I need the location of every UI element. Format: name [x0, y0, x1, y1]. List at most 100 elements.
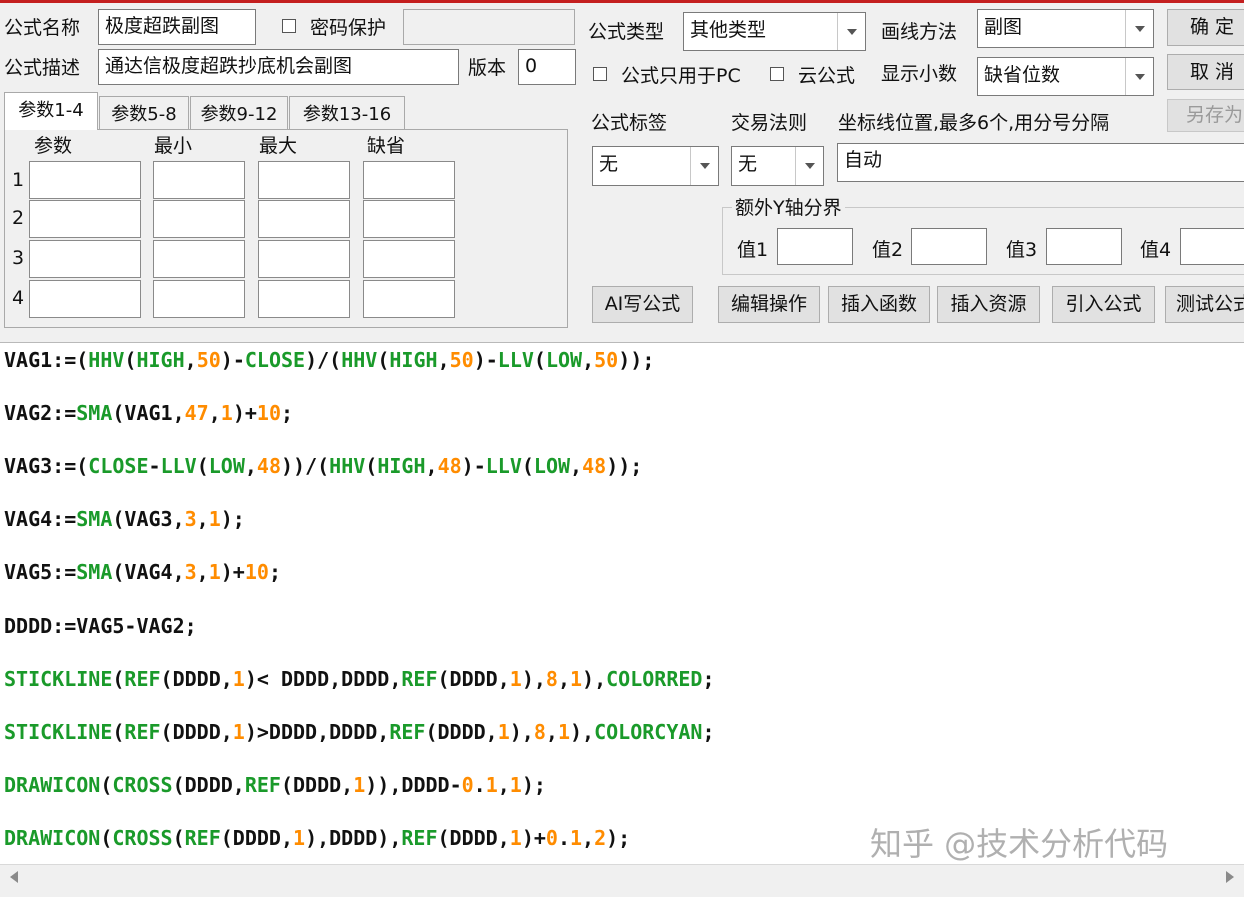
- save-as-button[interactable]: 另存为: [1167, 99, 1244, 132]
- param-2-min-input[interactable]: [153, 200, 245, 238]
- code-line[interactable]: VAG4:=SMA(VAG3,3,1);: [4, 506, 245, 532]
- val2-input[interactable]: [911, 228, 987, 265]
- horizontal-scrollbar[interactable]: [0, 864, 1244, 888]
- param-1-name-input[interactable]: [29, 161, 141, 199]
- param-4-name-input[interactable]: [29, 280, 141, 318]
- code-line[interactable]: STICKLINE(REF(DDDD,1)< DDDD,DDDD,REF(DDD…: [4, 666, 715, 692]
- formula-tag-label: 公式标签: [591, 112, 668, 134]
- tab-params-9-12[interactable]: 参数9-12: [190, 96, 288, 129]
- val1-input[interactable]: [777, 228, 853, 265]
- ok-button[interactable]: 确 定: [1167, 9, 1244, 46]
- param-4-default-input[interactable]: [363, 280, 455, 318]
- password-input[interactable]: [403, 9, 575, 45]
- param-3-min-input[interactable]: [153, 240, 245, 278]
- code-token: )>DDDD,DDDD,: [244, 719, 390, 744]
- insert-resource-button[interactable]: 插入资源: [937, 286, 1040, 323]
- chevron-down-icon[interactable]: [795, 147, 823, 185]
- code-token: (: [533, 348, 546, 372]
- tab-params-5-8[interactable]: 参数5-8: [99, 96, 189, 129]
- formula-type-select[interactable]: 其他类型: [683, 12, 866, 51]
- code-token: SMA: [76, 401, 113, 426]
- code-line[interactable]: VAG5:=SMA(VAG4,3,1)+10;: [4, 559, 281, 585]
- password-protect-checkbox[interactable]: [282, 19, 296, 33]
- code-line[interactable]: DRAWICON(CROSS(DDDD,REF(DDDD,1)),DDDD-0.…: [4, 772, 546, 798]
- chevron-down-icon[interactable]: [1125, 58, 1153, 95]
- param-row-number: 2: [12, 207, 25, 229]
- formula-name-input[interactable]: 极度超跌副图: [98, 9, 256, 45]
- param-header-min: 最小: [154, 135, 193, 157]
- code-token: LOW: [208, 454, 245, 479]
- scroll-left-arrow-icon[interactable]: [10, 871, 18, 883]
- tab-params-13-16[interactable]: 参数13-16: [289, 96, 405, 129]
- tab-params-1-4[interactable]: 参数1-4: [4, 92, 98, 130]
- code-line[interactable]: VAG1:=(HHV(HIGH,50)-CLOSE)/(HHV(HIGH,50)…: [4, 347, 654, 373]
- code-token: SMA: [76, 507, 113, 532]
- val4-input[interactable]: [1180, 228, 1244, 265]
- axis-positions-input[interactable]: 自动: [837, 143, 1244, 182]
- param-3-default-input[interactable]: [363, 240, 455, 278]
- draw-method-select[interactable]: 副图: [977, 9, 1154, 48]
- code-token: LLV: [497, 348, 534, 372]
- ai-write-formula-button[interactable]: AI写公式: [592, 286, 693, 323]
- val4-label: 值4: [1140, 239, 1172, 261]
- code-line[interactable]: VAG2:=SMA(VAG1,47,1)+10;: [4, 400, 293, 426]
- code-token: ;: [268, 560, 281, 585]
- scroll-right-arrow-icon[interactable]: [1226, 871, 1234, 883]
- code-token: 50: [594, 348, 619, 372]
- cancel-button[interactable]: 取 消: [1167, 54, 1244, 90]
- edit-operations-button[interactable]: 编辑操作: [718, 286, 820, 323]
- display-decimals-value: 缺省位数: [984, 64, 1061, 86]
- formula-code-editor[interactable]: VAG1:=(HHV(HIGH,50)-CLOSE)/(HHV(HIGH,50)…: [0, 342, 1244, 865]
- code-token: 48: [256, 454, 281, 479]
- val3-label: 值3: [1006, 239, 1038, 261]
- code-token: -: [148, 454, 161, 479]
- param-4-min-input[interactable]: [153, 280, 245, 318]
- code-token: (DDDD,: [280, 772, 354, 797]
- code-line[interactable]: VAG3:=(CLOSE-LLV(LOW,48))/(HHV(HIGH,48)-…: [4, 453, 642, 479]
- param-1-default-input[interactable]: [363, 161, 455, 199]
- version-input[interactable]: 0: [518, 49, 576, 85]
- formula-desc-input[interactable]: 通达信极度超跌抄底机会副图: [98, 49, 459, 85]
- param-3-max-input[interactable]: [258, 240, 350, 278]
- code-line[interactable]: DDDD:=VAG5-VAG2;: [4, 613, 197, 639]
- param-2-max-input[interactable]: [258, 200, 350, 238]
- pc-only-checkbox[interactable]: [593, 67, 607, 81]
- val3-input[interactable]: [1046, 228, 1122, 265]
- val1-label: 值1: [737, 239, 769, 261]
- code-token: 3: [184, 507, 197, 532]
- draw-method-value: 副图: [984, 16, 1023, 38]
- trade-rule-select[interactable]: 无: [731, 146, 824, 186]
- display-decimals-select[interactable]: 缺省位数: [977, 57, 1154, 96]
- test-formula-button[interactable]: 测试公式: [1165, 286, 1244, 323]
- code-line[interactable]: STICKLINE(REF(DDDD,1)>DDDD,DDDD,REF(DDDD…: [4, 719, 715, 745]
- param-3-name-input[interactable]: [29, 240, 141, 278]
- param-2-default-input[interactable]: [363, 200, 455, 238]
- code-token: 1: [232, 666, 245, 691]
- code-token: CLOSE: [88, 454, 149, 479]
- code-token: ,: [208, 401, 221, 426]
- display-decimals-label: 显示小数: [881, 63, 958, 85]
- code-token: )+: [220, 560, 245, 585]
- code-token: )-: [473, 348, 498, 372]
- formula-tag-select[interactable]: 无: [592, 146, 719, 186]
- code-token: STICKLINE: [4, 666, 113, 691]
- param-1-min-input[interactable]: [153, 161, 245, 199]
- code-token: 1: [208, 560, 221, 585]
- param-2-name-input[interactable]: [29, 200, 141, 238]
- code-token: VAG1:=(: [4, 348, 89, 372]
- code-token: ),: [509, 719, 534, 744]
- param-header-max: 最大: [259, 135, 298, 157]
- code-token: ,: [545, 719, 558, 744]
- code-token: REF: [124, 719, 161, 744]
- chevron-down-icon[interactable]: [1125, 10, 1153, 47]
- chevron-down-icon[interactable]: [837, 13, 865, 50]
- code-token: 2: [594, 825, 607, 850]
- insert-function-button[interactable]: 插入函数: [828, 286, 930, 323]
- code-line[interactable]: DRAWICON(CROSS(REF(DDDD,1),DDDD),REF(DDD…: [4, 825, 630, 851]
- code-token: (: [521, 454, 534, 479]
- param-4-max-input[interactable]: [258, 280, 350, 318]
- chevron-down-icon[interactable]: [690, 147, 718, 185]
- import-formula-button[interactable]: 引入公式: [1052, 286, 1155, 323]
- param-1-max-input[interactable]: [258, 161, 350, 199]
- cloud-formula-checkbox[interactable]: [770, 67, 784, 81]
